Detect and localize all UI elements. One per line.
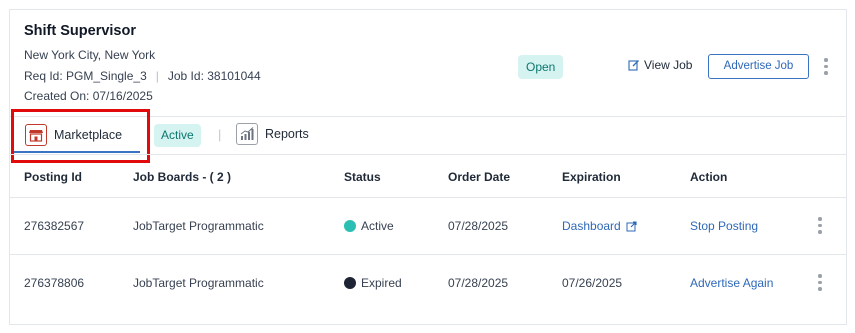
tab-reports[interactable]: Reports	[236, 123, 309, 145]
status-cell: Expired	[344, 276, 402, 290]
advertise-job-button[interactable]: Advertise Job	[708, 54, 809, 79]
req-id: Req Id: PGM_Single_3	[24, 69, 147, 83]
view-job-label: View Job	[644, 58, 693, 72]
status-label: Expired	[361, 276, 402, 290]
view-job-link[interactable]: View Job	[628, 58, 692, 72]
advertise-again-link[interactable]: Advertise Again	[690, 276, 773, 290]
active-filter-pill[interactable]: Active	[154, 124, 201, 147]
job-title: Shift Supervisor	[24, 23, 136, 39]
job-id: Job Id: 38101044	[167, 69, 261, 83]
tab-reports-label: Reports	[265, 127, 309, 141]
expiration-date: 07/26/2025	[562, 276, 623, 290]
stop-posting-link[interactable]: Stop Posting	[690, 219, 758, 233]
more-options-icon[interactable]	[823, 58, 829, 75]
job-ids: Req Id: PGM_Single_3 | Job Id: 38101044	[24, 69, 261, 83]
job-status-badge: Open	[518, 55, 564, 79]
bar-chart-icon	[236, 123, 258, 145]
status-active-dot	[344, 220, 356, 232]
order-date: 07/28/2025	[448, 276, 509, 290]
status-cell: Active	[344, 219, 394, 233]
status-label: Active	[361, 219, 394, 233]
tabs-divider	[10, 154, 846, 155]
job-location: New York City, New York	[24, 48, 156, 62]
id-separator: |	[155, 69, 159, 83]
table-header-divider	[10, 197, 846, 198]
created-on: Created On: 07/16/2025	[24, 89, 153, 103]
posting-id: 276378806	[24, 276, 85, 290]
dashboard-link-label: Dashboard	[562, 219, 621, 233]
row-divider	[10, 254, 846, 255]
tab-separator: |	[218, 127, 222, 142]
posting-id: 276382567	[24, 219, 85, 233]
job-board: JobTarget Programmatic	[133, 219, 264, 233]
order-date: 07/28/2025	[448, 219, 509, 233]
col-header-job-boards: Job Boards - ( 2 )	[133, 170, 232, 184]
row-more-options-icon[interactable]	[817, 274, 823, 291]
external-link-icon	[626, 220, 637, 231]
job-card: Shift Supervisor New York City, New York…	[9, 9, 847, 325]
dashboard-link[interactable]: Dashboard	[562, 219, 637, 233]
col-header-order-date: Order Date	[448, 170, 511, 184]
col-header-expiration: Expiration	[562, 170, 621, 184]
edit-icon	[628, 60, 639, 71]
col-header-posting-id: Posting Id	[24, 170, 82, 184]
col-header-action: Action	[690, 170, 728, 184]
col-header-status: Status	[344, 170, 381, 184]
row-more-options-icon[interactable]	[817, 217, 823, 234]
job-board: JobTarget Programmatic	[133, 276, 264, 290]
status-expired-dot	[344, 277, 356, 289]
